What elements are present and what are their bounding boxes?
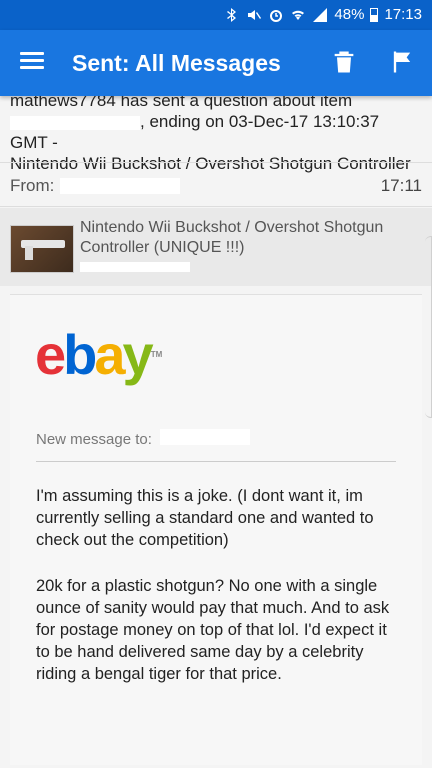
redacted-sender	[60, 178, 180, 194]
flag-icon	[393, 51, 411, 73]
divider	[0, 206, 432, 207]
trash-icon	[334, 51, 354, 73]
battery-percent: 48%	[334, 6, 365, 23]
scroll-handle[interactable]	[425, 236, 432, 418]
mute-icon	[248, 9, 262, 20]
redacted-recipient	[160, 429, 250, 445]
wifi-icon	[292, 10, 305, 20]
body-paragraph-2: 20k for a plastic shotgun? No one with a…	[36, 577, 390, 683]
status-bar: 48% 17:13	[0, 0, 432, 30]
subject-line-1: mathews7784 has sent a question about it…	[10, 96, 353, 110]
from-row: From: 17:11	[10, 176, 422, 200]
item-link[interactable]: Nintendo Wii Buckshot / Overshot Shotgun…	[0, 208, 432, 286]
delete-button[interactable]	[330, 48, 360, 78]
message-body: I'm assuming this is a joke. (I dont wan…	[36, 485, 400, 709]
redacted-item-number	[10, 115, 140, 130]
ebay-logo: ebayTM	[35, 323, 163, 386]
menu-button[interactable]	[16, 48, 48, 78]
status-time: 17:13	[384, 6, 422, 23]
battery-fill	[371, 14, 378, 21]
redacted-item-detail	[80, 262, 190, 272]
battery-icon	[370, 7, 379, 22]
divider	[0, 162, 432, 163]
status-icons: 48% 17:13	[224, 6, 422, 23]
alarm-icon	[270, 9, 283, 22]
item-thumbnail	[10, 225, 74, 273]
from-label: From:	[10, 176, 55, 195]
subject-line-2: , ending on 03-Dec-17 13:10:37 GMT -	[10, 112, 380, 152]
body-paragraph-1: I'm assuming this is a joke. (I dont wan…	[36, 487, 374, 549]
hamburger-icon	[20, 52, 44, 55]
item-title: Nintendo Wii Buckshot / Overshot Shotgun…	[80, 219, 384, 256]
app-bar: Sent: All Messages	[0, 30, 432, 96]
subject-line-3: Nintendo Wii Buckshot / Overshot Shotgun…	[10, 154, 411, 173]
message-card: ebayTM New message to: I'm assuming this…	[10, 294, 422, 765]
message-time: 17:11	[380, 176, 422, 195]
divider	[36, 461, 396, 462]
signal-icon	[313, 7, 328, 22]
bluetooth-icon	[227, 7, 237, 22]
page-title: Sent: All Messages	[72, 50, 281, 76]
new-message-label: New message to:	[36, 431, 152, 448]
flag-button[interactable]	[388, 48, 418, 78]
message-content: mathews7784 has sent a question about it…	[0, 96, 432, 768]
